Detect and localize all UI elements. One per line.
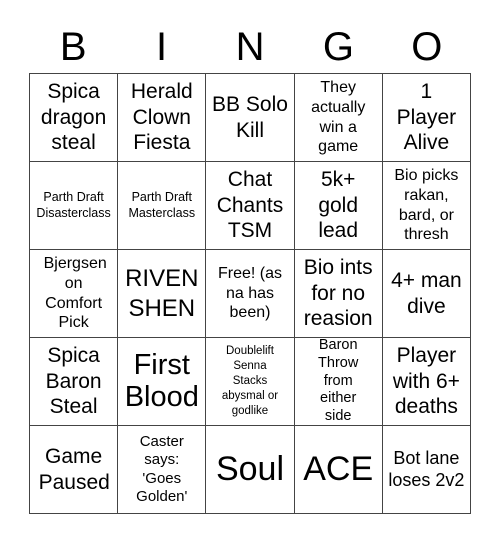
bingo-cell[interactable]: BB Solo Kill [206, 74, 295, 162]
bingo-cell[interactable]: First Blood [118, 338, 207, 426]
bingo-grid: Spica dragon steal Herald Clown Fiesta B… [29, 73, 471, 514]
header-letter-b: B [59, 25, 87, 69]
bingo-cell[interactable]: Bio ints for no reasion [294, 250, 383, 338]
bingo-cell[interactable]: ACE [294, 426, 383, 514]
header-letter-o: O [411, 25, 443, 69]
bingo-cell[interactable]: Parth Draft Masterclass [118, 162, 207, 250]
bingo-cell[interactable]: Spica dragon steal [30, 74, 119, 162]
header-letter-n: N [235, 25, 265, 69]
header-letter-g: G [322, 25, 354, 69]
bingo-cell[interactable]: Soul [206, 426, 295, 514]
bingo-cell[interactable]: Parth Draft Disasterclass [30, 162, 119, 250]
bingo-cell[interactable]: Free! (as na has been) [206, 250, 295, 338]
bingo-cell[interactable]: Herald Clown Fiesta [118, 74, 207, 162]
bingo-cell[interactable]: Game Paused [30, 426, 119, 514]
bingo-cell[interactable]: 1 Player Alive [382, 74, 471, 162]
bingo-cell[interactable]: Player with 6+ deaths [382, 338, 471, 426]
bingo-cell[interactable]: Bjergsen on Comfort Pick [30, 250, 119, 338]
bingo-cell[interactable]: 4+ man dive [382, 250, 471, 338]
bingo-cell[interactable]: Doublelift Senna Stacks abysmal or godli… [206, 338, 295, 426]
bingo-cell[interactable]: Caster says: 'Goes Golden' [118, 426, 207, 514]
bingo-header: B I N G O [29, 22, 471, 72]
bingo-cell[interactable]: They actually win a game [294, 74, 383, 162]
bingo-cell[interactable]: Baron Throw from either side [294, 338, 383, 426]
bingo-cell[interactable]: Spica Baron Steal [30, 338, 119, 426]
bingo-cell[interactable]: 5k+ gold lead [294, 162, 383, 250]
bingo-cell[interactable]: Chat Chants TSM [206, 162, 295, 250]
bingo-cell[interactable]: Bot lane loses 2v2 [382, 426, 471, 514]
bingo-cell[interactable]: Bio picks rakan, bard, or thresh [382, 162, 471, 250]
header-letter-i: I [156, 25, 168, 69]
bingo-cell[interactable]: RIVEN SHEN [118, 250, 207, 338]
